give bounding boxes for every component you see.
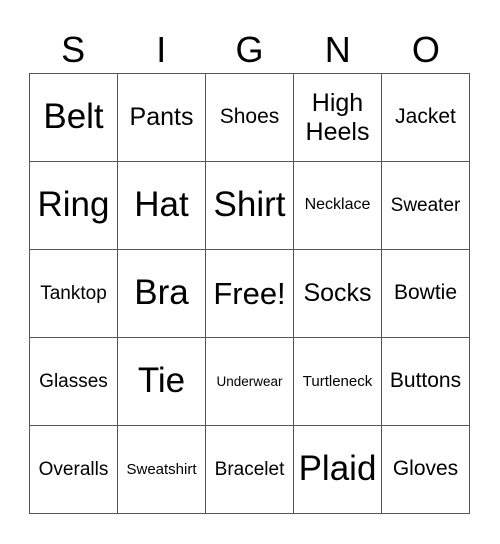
header-letter-s: S <box>61 29 86 70</box>
bingo-cell[interactable]: Shirt <box>206 162 294 250</box>
bingo-cell[interactable]: Pants <box>118 74 206 162</box>
bingo-cell[interactable]: Tie <box>118 338 206 426</box>
bingo-cell[interactable]: Bracelet <box>206 426 294 514</box>
header-letter-n: N <box>324 29 351 70</box>
bingo-cell[interactable]: Buttons <box>382 338 470 426</box>
bingo-cell[interactable]: Tanktop <box>30 250 118 338</box>
bingo-cell[interactable]: Turtleneck <box>294 338 382 426</box>
bingo-cell[interactable]: Glasses <box>30 338 118 426</box>
bingo-cell[interactable]: Underwear <box>206 338 294 426</box>
bingo-cell[interactable]: Sweatshirt <box>118 426 206 514</box>
bingo-cell[interactable]: Plaid <box>294 426 382 514</box>
header-letter-i: I <box>156 29 167 70</box>
bingo-cell[interactable]: Socks <box>294 250 382 338</box>
bingo-cell[interactable]: Gloves <box>382 426 470 514</box>
bingo-cell[interactable]: Jacket <box>382 74 470 162</box>
bingo-cell[interactable]: Sweater <box>382 162 470 250</box>
bingo-cell[interactable]: Bowtie <box>382 250 470 338</box>
bingo-cell[interactable]: Overalls <box>30 426 118 514</box>
free-space-cell[interactable]: Free! <box>206 250 294 338</box>
bingo-cell[interactable]: High Heels <box>294 74 382 162</box>
bingo-grid: Belt Pants Shoes High Heels Jacket Ring Hat Shi… <box>29 73 470 514</box>
bingo-cell[interactable]: Belt <box>30 74 118 162</box>
bingo-cell[interactable]: Bra <box>118 250 206 338</box>
bingo-cell[interactable]: Hat <box>118 162 206 250</box>
bingo-cell[interactable]: Ring <box>30 162 118 250</box>
header-letter-o: O <box>411 29 440 70</box>
bingo-cell[interactable]: Necklace <box>294 162 382 250</box>
bingo-cell[interactable]: Shoes <box>206 74 294 162</box>
header-letter-g: G <box>235 29 264 70</box>
bingo-header: S I G N O <box>29 28 470 72</box>
